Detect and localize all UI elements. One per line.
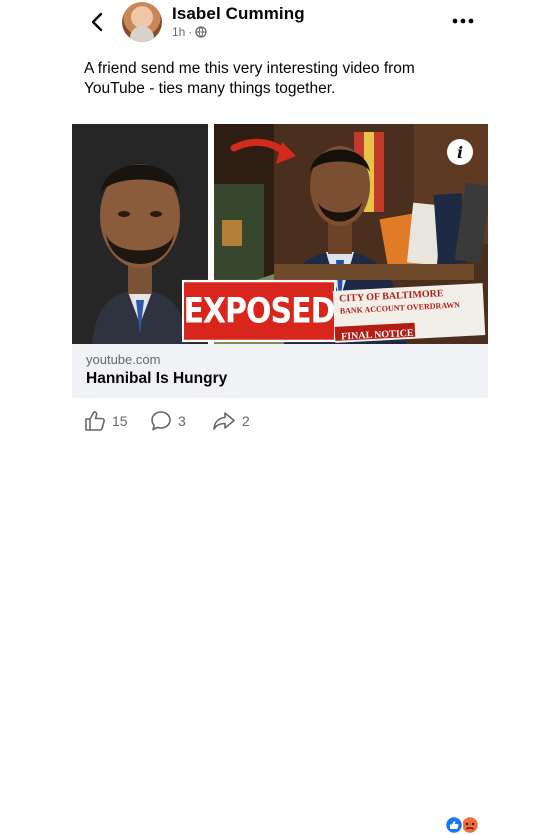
comment-icon: [151, 411, 171, 431]
comment-count: 3: [178, 413, 186, 429]
share-icon: [213, 412, 235, 430]
link-preview-card[interactable]: youtube.com Hannibal Is Hungry: [72, 344, 488, 398]
like-button[interactable]: 15: [84, 410, 128, 432]
author-name[interactable]: Isabel Cumming: [172, 4, 305, 24]
notice-stripe: FINAL NOTICE: [334, 322, 416, 343]
link-domain: youtube.com: [86, 352, 161, 367]
post-header: Isabel Cumming 1h ·: [0, 0, 560, 56]
comment-button[interactable]: 3: [150, 410, 186, 432]
share-count: 2: [242, 413, 250, 429]
post-time[interactable]: 1h: [172, 25, 185, 39]
thumbs-up-icon: [85, 411, 105, 431]
info-icon[interactable]: i: [447, 139, 473, 165]
post-text: A friend send me this very interesting v…: [84, 60, 415, 97]
more-options-icon[interactable]: [450, 10, 476, 32]
back-arrow-icon[interactable]: [86, 10, 110, 34]
avatar[interactable]: [122, 2, 162, 42]
globe-icon: [195, 26, 208, 38]
overdrawn-notice: CITY OF BALTIMORE BANK ACCOUNT OVERDRAWN…: [332, 283, 486, 343]
post-meta: 1h ·: [172, 25, 208, 39]
reactions-summary-icon[interactable]: [443, 815, 483, 835]
post-actions-bar: 15 3 2: [0, 404, 560, 835]
link-title[interactable]: Hannibal Is Hungry: [86, 370, 227, 388]
share-button[interactable]: 2: [212, 410, 250, 432]
meta-separator: ·: [188, 25, 193, 39]
like-count: 15: [112, 413, 128, 429]
exposed-badge: EXPOSED: [182, 279, 336, 343]
video-thumbnail[interactable]: i EXPOSED CITY OF BALTIMORE BANK ACCOUNT…: [72, 124, 488, 344]
